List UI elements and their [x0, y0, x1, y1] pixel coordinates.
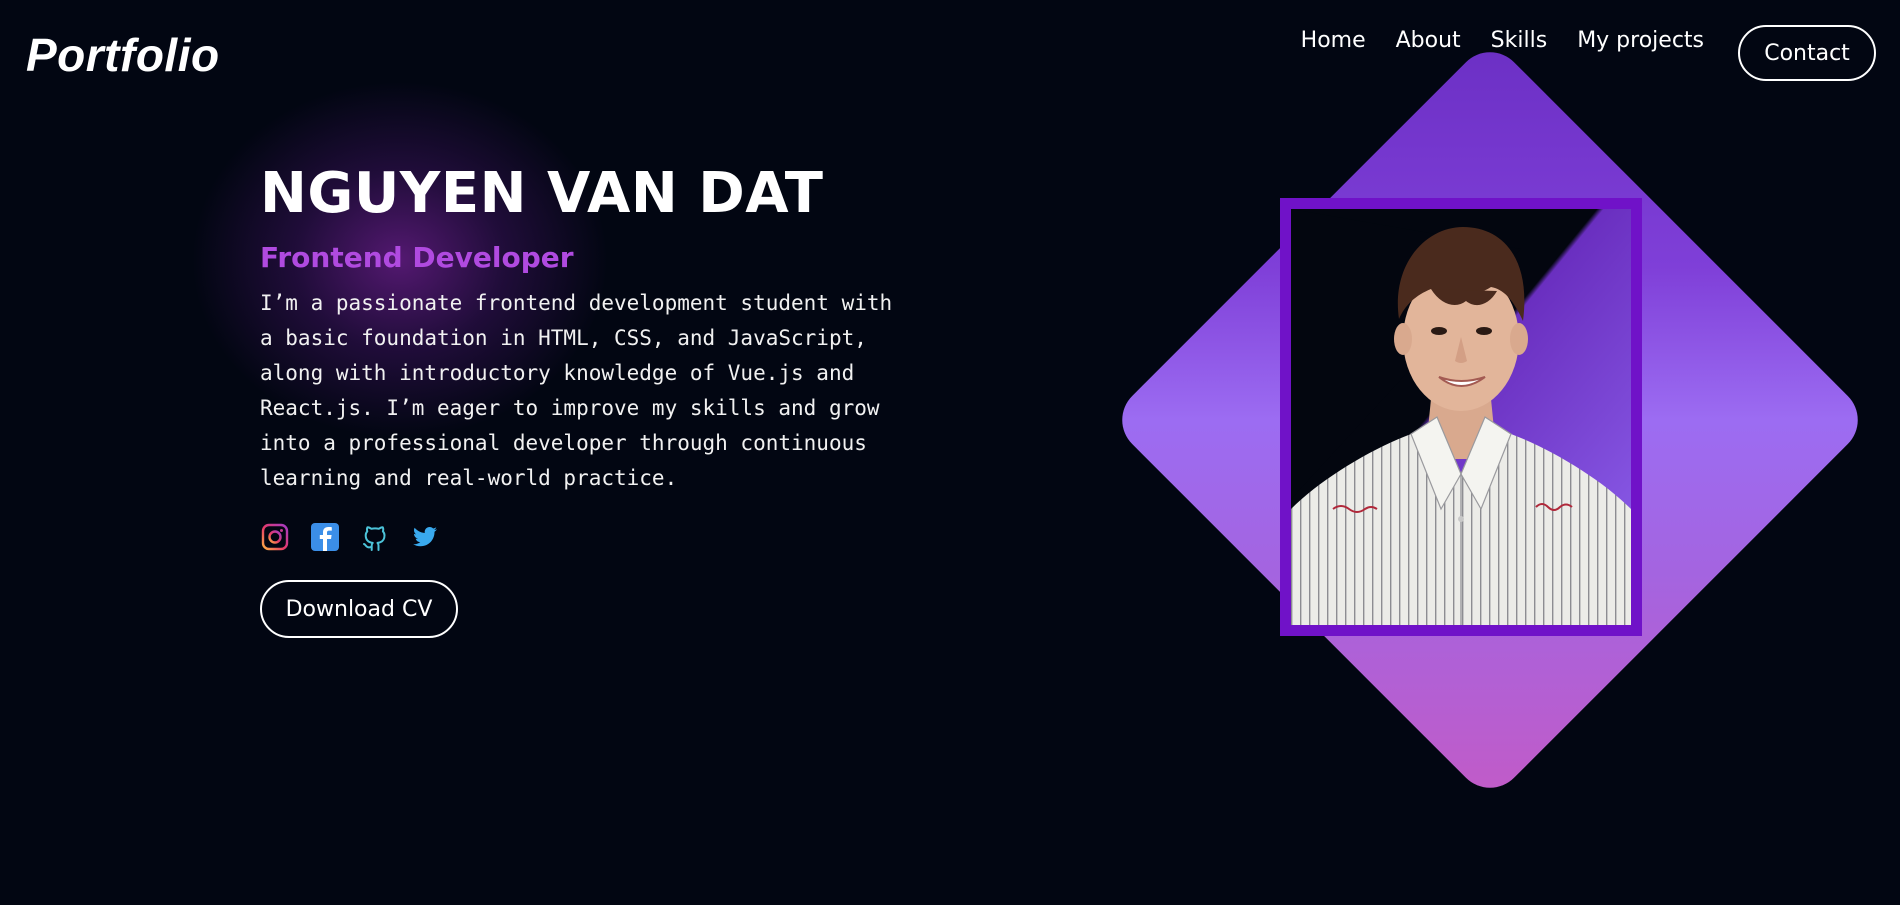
- nav-about[interactable]: About: [1396, 28, 1461, 53]
- nav-home[interactable]: Home: [1301, 28, 1366, 53]
- profile-photo-frame: [1280, 198, 1642, 636]
- hero-description-line: learning and real-world practice.: [260, 466, 678, 490]
- download-cv-button[interactable]: Download CV: [260, 580, 458, 638]
- hero-description-line: a basic foundation in HTML, CSS, and Jav…: [260, 326, 867, 350]
- profile-photo: [1291, 209, 1631, 625]
- hero-description-line: I’m a passionate frontend development st…: [260, 291, 893, 315]
- hero-role: Frontend Developer: [260, 241, 574, 274]
- hero-description-line: React.js. I’m eager to improve my skills…: [260, 396, 880, 420]
- github-icon[interactable]: [360, 522, 390, 552]
- contact-button[interactable]: Contact: [1738, 25, 1876, 81]
- logo[interactable]: Portfolio: [26, 28, 220, 82]
- facebook-icon[interactable]: [310, 522, 340, 552]
- hero-section: NGUYEN VAN DAT Frontend Developer I’m a …: [260, 160, 920, 638]
- instagram-icon[interactable]: [260, 522, 290, 552]
- main-nav: Home About Skills My projects: [1301, 28, 1704, 53]
- hero-name: NGUYEN VAN DAT: [260, 161, 824, 226]
- portfolio-page: Portfolio Home About Skills My projects …: [0, 0, 1900, 905]
- nav-skills[interactable]: Skills: [1491, 28, 1548, 53]
- hero-description-line: along with introductory knowledge of Vue…: [260, 361, 855, 385]
- twitter-icon[interactable]: [410, 522, 440, 552]
- social-links: [260, 522, 920, 552]
- hero-description-line: into a professional developer through co…: [260, 431, 867, 455]
- hero-description: I’m a passionate frontend development st…: [260, 286, 910, 496]
- nav-my-projects[interactable]: My projects: [1577, 28, 1704, 53]
